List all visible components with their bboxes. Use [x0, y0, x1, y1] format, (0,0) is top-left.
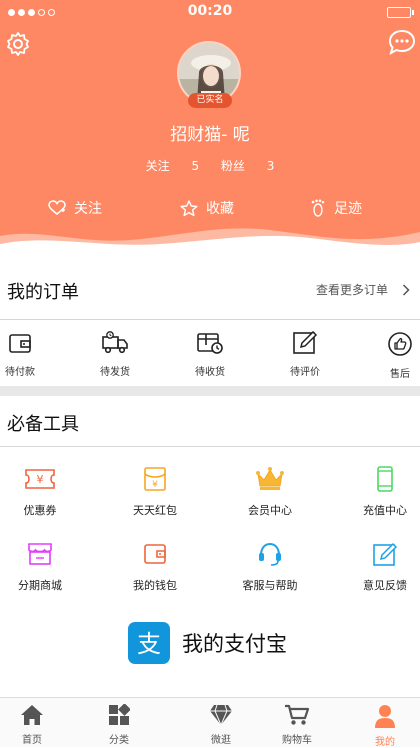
tool-my-wallet[interactable]: 我的钱包 — [110, 541, 200, 593]
tab-label: 购物车 — [282, 735, 312, 746]
tab-label: 我的 — [375, 737, 395, 748]
order-pending-review[interactable]: 待评价 — [275, 330, 335, 378]
alipay-label: 我的支付宝 — [182, 632, 287, 656]
tool-label: 天天红包 — [133, 504, 177, 517]
follow-icon — [48, 200, 66, 215]
order-pending-payment[interactable]: 待付款 — [0, 331, 50, 378]
tab-browse[interactable]: 微逛 — [191, 704, 251, 746]
following-label: 关注 — [145, 159, 170, 173]
order-item-label: 售后 — [390, 369, 410, 380]
header-actions: 关注 收藏 足迹 — [0, 198, 420, 220]
footprint-button[interactable]: 足迹 — [310, 198, 362, 218]
clock: 00:20 — [187, 3, 233, 19]
section-separator — [0, 386, 420, 396]
edit-icon — [293, 330, 318, 354]
header-wave — [0, 228, 420, 250]
following-count: 5 — [191, 159, 200, 173]
follow-button[interactable]: 关注 — [48, 198, 102, 218]
coupon-icon: ¥ — [25, 469, 55, 489]
view-all-orders-label: 查看更多订单 — [315, 283, 388, 297]
tab-home[interactable]: 首页 — [2, 704, 62, 746]
username: 招财猫- 呢 — [170, 125, 250, 145]
order-after-sales[interactable]: 售后 — [370, 331, 420, 380]
tab-label: 微逛 — [211, 735, 231, 746]
svg-text:支: 支 — [137, 630, 161, 658]
tool-feedback[interactable]: 意见反馈 — [340, 541, 420, 593]
tool-coupons[interactable]: ¥ 优惠券 — [0, 466, 85, 518]
shop-icon — [28, 543, 52, 565]
followers-label: 粉丝 — [220, 159, 245, 173]
tool-recharge-center[interactable]: 充值中心 — [340, 466, 420, 518]
view-all-orders-link[interactable]: 查看更多订单 — [316, 281, 410, 298]
tool-label: 分期商城 — [18, 579, 62, 592]
battery-icon — [387, 7, 414, 18]
tab-cart[interactable]: 购物车 — [267, 704, 327, 746]
alipay-logo-icon: 支 — [128, 622, 170, 664]
order-item-label: 待付款 — [5, 367, 35, 378]
star-icon — [180, 199, 198, 216]
svg-text:¥: ¥ — [152, 480, 158, 490]
follow-stats: 关注 5 粉丝 3 — [0, 157, 420, 174]
person-icon — [375, 705, 395, 728]
footprint-label: 足迹 — [334, 201, 362, 217]
tool-member-center[interactable]: 会员中心 — [225, 466, 315, 518]
crown-icon — [256, 467, 284, 490]
truck-icon — [102, 331, 128, 354]
tool-installment-mall[interactable]: 分期商城 — [0, 541, 85, 593]
tool-label: 客服与帮助 — [242, 579, 298, 592]
profile-header: 00:20 已实名 招财猫- 呢 关注 5 粉丝 3 关注 收藏 足迹 — [0, 0, 420, 250]
red-packet-icon: ¥ — [144, 467, 166, 491]
orders-divider — [0, 319, 420, 320]
message-icon[interactable] — [388, 29, 416, 55]
order-pending-receipt[interactable]: 待收货 — [180, 331, 240, 378]
tool-label: 会员中心 — [248, 504, 292, 517]
alipay-entry[interactable]: 支 我的支付宝 — [128, 622, 287, 664]
order-item-label: 待发货 — [100, 367, 130, 378]
tab-label: 首页 — [22, 735, 42, 746]
tab-category[interactable]: 分类 — [89, 703, 149, 746]
tab-me[interactable]: 我的 — [355, 704, 415, 748]
order-item-label: 待收货 — [195, 367, 225, 378]
tool-label: 优惠券 — [23, 504, 57, 517]
followers-count: 3 — [266, 159, 275, 173]
orders-title: 我的订单 — [7, 282, 79, 303]
package-icon — [197, 333, 223, 354]
followers-stat[interactable]: 粉丝 3 — [221, 159, 274, 173]
tool-label: 意见反馈 — [363, 579, 407, 592]
chevron-right-icon — [402, 283, 410, 296]
svg-text:¥: ¥ — [37, 473, 44, 486]
tool-customer-service[interactable]: 客服与帮助 — [225, 541, 315, 593]
order-item-label: 待评价 — [290, 367, 320, 378]
home-icon — [21, 705, 43, 725]
headset-icon — [259, 542, 281, 566]
following-stat[interactable]: 关注 5 — [146, 159, 199, 173]
tools-title: 必备工具 — [7, 414, 79, 435]
tab-label: 分类 — [109, 735, 129, 746]
tool-label: 我的钱包 — [133, 579, 177, 592]
favorites-button[interactable]: 收藏 — [180, 198, 234, 218]
wallet-icon — [144, 544, 166, 564]
thumb-icon — [388, 332, 412, 356]
favorites-label: 收藏 — [206, 201, 234, 217]
bottom-tab-bar: 首页 分类 微逛 购物车 我的 — [0, 697, 420, 748]
category-icon — [109, 703, 131, 725]
feedback-icon — [373, 542, 398, 566]
follow-label: 关注 — [74, 201, 102, 217]
order-pending-shipment[interactable]: 待发货 — [85, 331, 145, 378]
verified-badge: 已实名 — [188, 93, 232, 108]
status-bar: 00:20 — [0, 0, 420, 24]
cart-icon — [285, 704, 310, 725]
tools-divider — [0, 446, 420, 447]
wallet-icon — [9, 334, 31, 353]
diamond-icon — [210, 704, 232, 727]
tool-red-packet[interactable]: ¥ 天天红包 — [110, 466, 200, 518]
tool-label: 充值中心 — [363, 504, 407, 517]
footprint-icon — [311, 199, 325, 217]
settings-icon[interactable] — [5, 31, 31, 57]
phone-icon — [377, 466, 393, 492]
